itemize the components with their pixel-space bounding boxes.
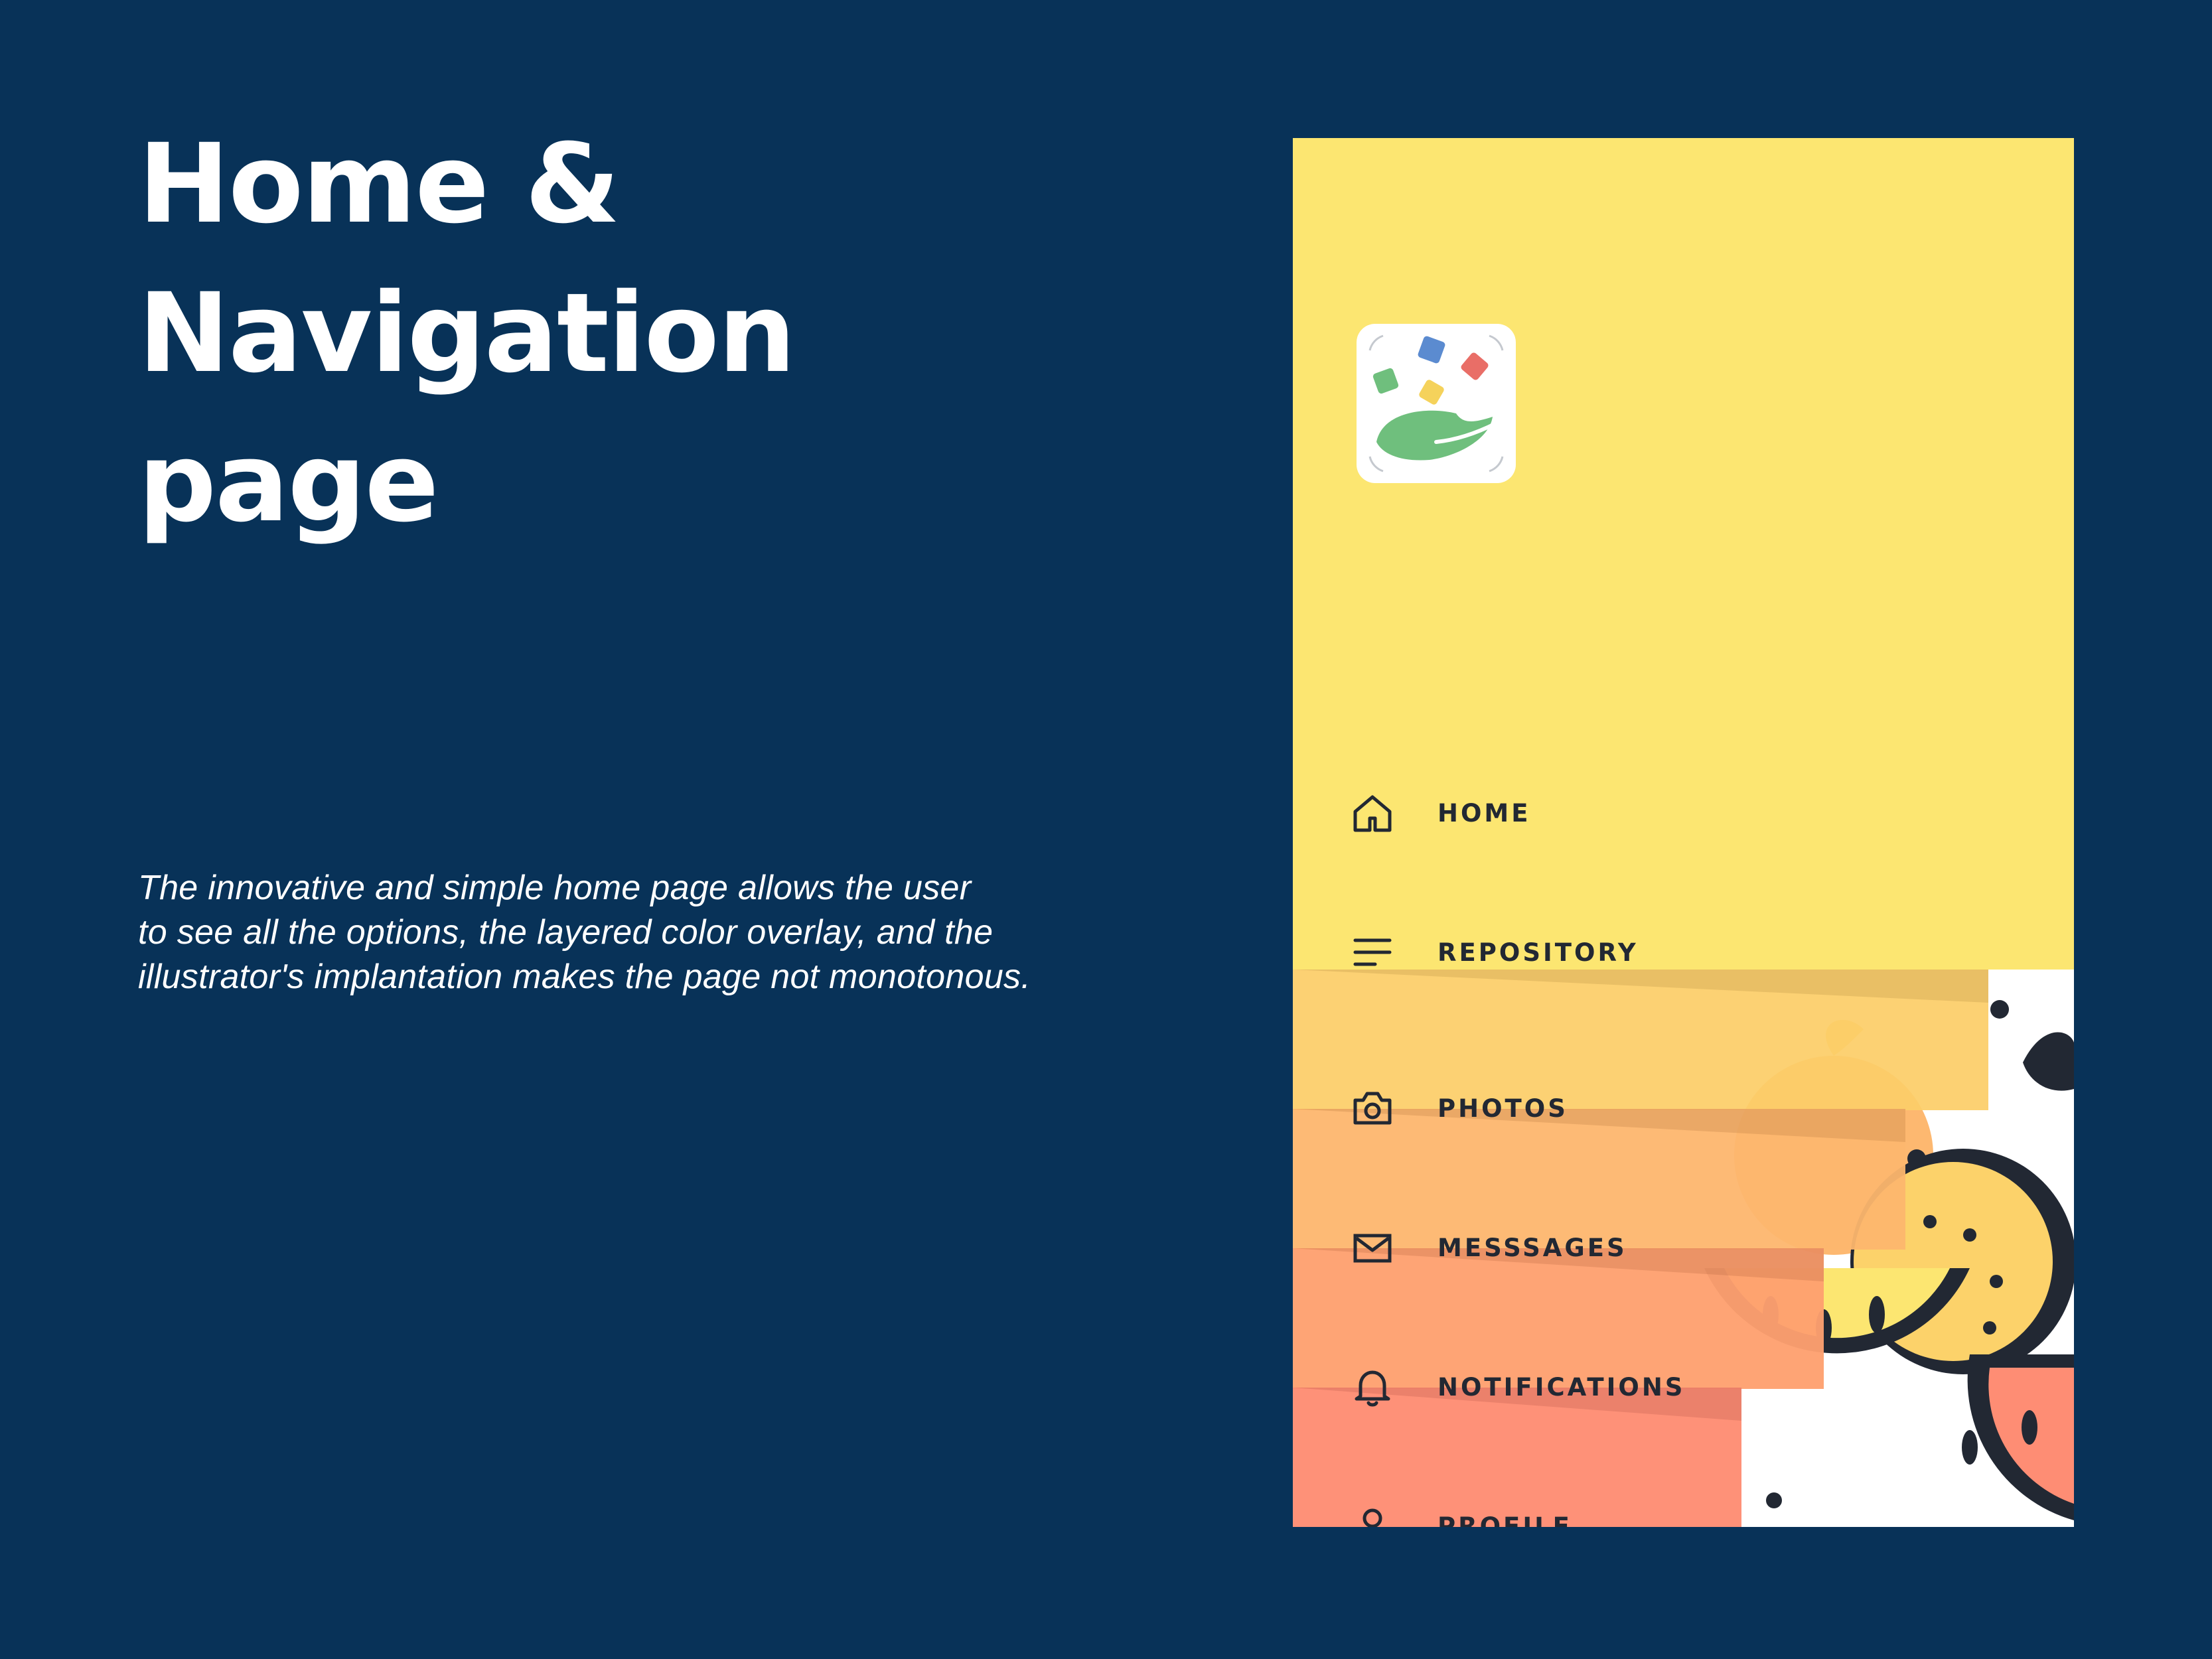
menu-lines-icon <box>1351 931 1394 974</box>
nav-item-photos[interactable]: PHOTOS <box>1293 1039 1988 1178</box>
description-line-2: to see all the options, the layered colo… <box>138 913 994 952</box>
nav-item-notifications-label: NOTIFICATIONS <box>1438 1372 1686 1402</box>
description-line-3: illustrator's implantation makes the pag… <box>138 958 1031 996</box>
nav-item-profile[interactable]: PROFILE <box>1293 1457 1741 1527</box>
nav-item-repository[interactable]: REPOSITORY <box>1293 883 2074 1022</box>
mail-icon <box>1351 1226 1394 1269</box>
lemon-seed <box>1990 1275 2003 1288</box>
nav-item-notifications[interactable]: NOTIFICATIONS <box>1293 1317 1824 1457</box>
app-navigation-screen: HOME REPOSITORY PHOTOS MESSSAGES NOTIFIC… <box>1293 138 2074 1527</box>
description-line-1: The innovative and simple home page allo… <box>138 869 972 907</box>
page-title-line-2: page <box>138 419 439 546</box>
user-icon <box>1351 1505 1394 1527</box>
lemon-seed <box>1923 1215 1937 1228</box>
nav-item-home[interactable]: HOME <box>1293 743 2074 883</box>
nav-item-photos-label: PHOTOS <box>1438 1094 1568 1123</box>
nav-item-profile-label: PROFILE <box>1438 1512 1572 1528</box>
app-logo-leaf-confetti-icon <box>1368 334 1504 472</box>
bell-icon <box>1351 1366 1394 1408</box>
page-title-line-1: Home & Navigation <box>138 120 796 397</box>
nav-item-messages-label: MESSSAGES <box>1438 1233 1627 1262</box>
page-description: The innovative and simple home page allo… <box>138 866 1134 999</box>
nav-item-messages[interactable]: MESSSAGES <box>1293 1178 1905 1317</box>
watermelon-seed <box>2022 1410 2037 1445</box>
nav-item-home-label: HOME <box>1438 798 1531 828</box>
seed-dot <box>1766 1492 1782 1508</box>
camera-icon <box>1351 1087 1394 1129</box>
home-icon <box>1351 792 1394 834</box>
nav-item-repository-label: REPOSITORY <box>1438 938 1639 967</box>
watermelon-seed <box>1962 1430 1978 1465</box>
page-title: Home & Navigation page <box>138 109 1233 557</box>
lemon-seed <box>1963 1228 1976 1242</box>
leaf-shape <box>2023 1032 2074 1091</box>
app-logo <box>1357 324 1516 483</box>
lemon-seed <box>1983 1321 1996 1334</box>
